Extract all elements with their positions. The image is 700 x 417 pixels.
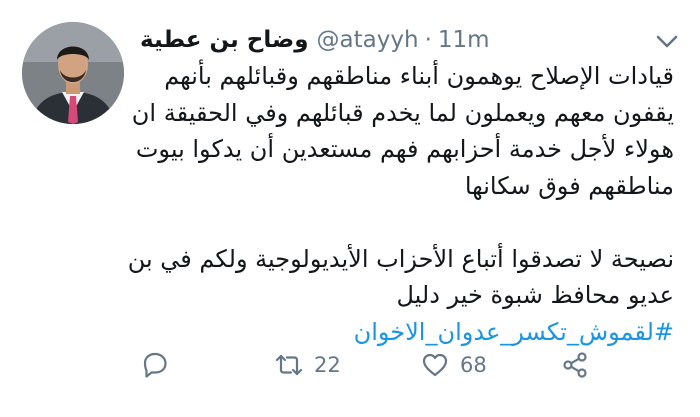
share-button[interactable] [560, 350, 590, 380]
tweet-line: قيادات الإصلاح يوهمون أبناء مناطقهم وقبا… [164, 62, 674, 90]
reply-icon [143, 352, 167, 378]
like-button[interactable]: 68 [420, 350, 487, 380]
tweet-header: وضاح بن عطية @atayyh · 11m [140, 22, 490, 58]
avatar-photo [22, 22, 124, 124]
chevron-down-icon[interactable] [650, 24, 684, 58]
tweet-text: قيادات الإصلاح يوهمون أبناء مناطقهم وقبا… [127, 58, 675, 351]
tweet-line: عديو محافظ شبوة خير دليل [396, 281, 675, 309]
tweet-line: مناطقهم فوق سكانها [464, 171, 674, 200]
tweet-actions: 22 68 [130, 350, 700, 390]
tweet-time[interactable]: 11m [438, 27, 490, 53]
separator-dot: · [424, 27, 432, 53]
share-icon [563, 352, 587, 378]
reply-button[interactable] [140, 350, 170, 380]
tweet-line: يقفون معهم ويعملون لما يخدم قبائلهم وفي … [131, 98, 674, 127]
retweet-button[interactable]: 22 [274, 350, 341, 380]
like-count: 68 [460, 353, 487, 377]
retweet-icon [275, 354, 303, 376]
author-handle[interactable]: @atayyh [317, 27, 419, 53]
tweet-line: هولاء لأجل خدمة أحزابهم فهم مستعدين أن ي… [135, 135, 674, 163]
avatar[interactable] [22, 22, 124, 124]
retweet-count: 22 [314, 353, 341, 377]
hashtag-link[interactable]: #لقموش_تكسر_عدوان_الاخوان [148, 314, 674, 351]
tweet-line: نصيحة لا تصدقوا أتباع الأحزاب الأيديولوج… [127, 244, 674, 273]
heart-icon [422, 353, 448, 377]
author-name[interactable]: وضاح بن عطية [140, 27, 309, 53]
